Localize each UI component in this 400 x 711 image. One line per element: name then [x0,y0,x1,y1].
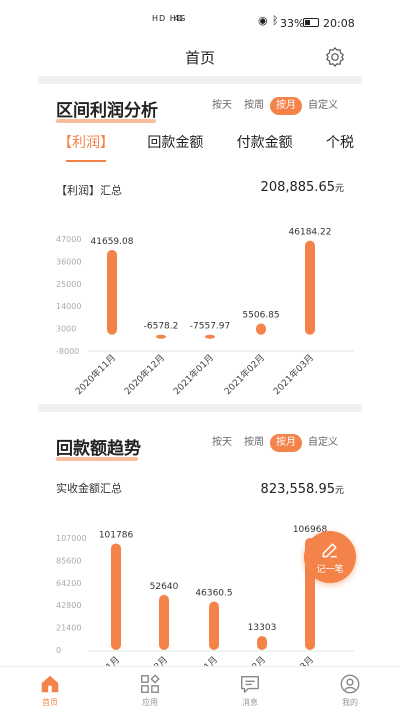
profit-section-title: 区间利润分析 [56,96,158,123]
payment-summary-unit: 元 [334,486,344,496]
x-tick-label: 2020年12月 [122,352,168,398]
payment-summary-number: 823,558.95 [260,482,335,497]
nav-messages[interactable]: 消息 [200,667,300,711]
bar[interactable] [159,594,169,650]
payment-range-selector: 按天 按周 按月 自定义 [206,434,344,452]
tab-tax[interactable]: 个税 [326,132,354,152]
profit-summary-number: 208,885.65 [260,180,335,195]
x-tick-label: 2021年03月 [271,352,317,398]
profit-summary-unit: 元 [334,184,344,194]
title-underline [56,457,138,461]
y-tick-label: 21400 [56,624,81,633]
data-label: -7557.97 [190,322,230,332]
bar[interactable] [111,543,121,650]
payment-summary-label: 实收金额汇总 [56,482,122,495]
x-tick-label: 2020年11月 [73,352,119,398]
data-label: 46360.5 [195,588,232,598]
range-day[interactable]: 按天 [206,434,238,452]
apps-icon [141,674,160,693]
edit-icon [322,543,337,558]
x-tick-label: 2021年01月 [171,352,217,398]
x-tick-label: 2021年02月 [222,352,268,398]
signal-indicator: 4G [174,14,186,23]
profit-summary-value: 208,885.65元 [261,180,344,195]
nav-apps-label: 应用 [142,698,158,707]
title-underline [56,119,156,123]
x-tick-label: 2021年01月 [175,654,221,666]
nav-home-label: 首页 [42,698,58,707]
section-divider [38,76,362,84]
range-day[interactable]: 按天 [206,97,238,115]
range-custom[interactable]: 自定义 [302,434,344,452]
bar[interactable] [257,636,267,650]
battery-icon [303,18,319,27]
x-tick-label: 2020年12月 [125,654,171,666]
profit-chart: 47000 36000 25000 14000 3000 -8000 41659.08 202… [56,228,354,398]
nav-profile-label: 我的 [342,698,358,707]
bar[interactable] [156,334,166,339]
bar[interactable] [205,334,215,339]
y-tick-label: 85600 [56,556,81,565]
nav-messages-label: 消息 [242,698,258,707]
tab-payments[interactable]: 付款金额 [237,132,293,152]
tab-receipts[interactable]: 回款金额 [147,132,203,152]
data-label: 46184.22 [289,228,332,238]
profile-icon [340,674,360,694]
section-divider [38,404,362,412]
x-tick-label: 2021年03月 [271,654,317,666]
bottom-nav: 首页 应用 消息 我的 [0,666,400,711]
range-week[interactable]: 按周 [238,97,270,115]
range-week[interactable]: 按周 [238,434,270,452]
message-icon [241,675,259,693]
data-label: 5506.85 [242,310,279,320]
top-bar: 首页 [0,44,400,76]
add-record-button[interactable]: 记一笔 [304,531,356,583]
y-tick-label: 0 [56,646,61,655]
bar[interactable] [305,240,315,335]
tab-profit[interactable]: 【利润】 [58,132,114,162]
status-bar: HD HD 4G ◉ ᛒ 33% 20:08 [0,0,400,44]
payment-title-text: 回款额趋势 [56,439,141,459]
data-label: 101786 [99,530,134,540]
data-label: 52640 [150,582,179,592]
bar[interactable] [209,601,219,650]
profit-section: 区间利润分析 按天 按周 按月 自定义 【利润】 回款金额 付款金额 个税 【利… [38,84,362,404]
payment-summary-value: 823,558.95元 [261,482,344,497]
nav-profile[interactable]: 我的 [300,667,400,711]
eye-icon: ◉ [258,14,268,27]
range-custom[interactable]: 自定义 [302,97,344,115]
y-tick-label: 64200 [56,579,81,588]
bar[interactable] [256,323,266,335]
range-month[interactable]: 按月 [270,434,302,452]
y-tick-label: -8000 [56,347,79,356]
y-tick-label: 47000 [56,235,81,244]
profit-range-selector: 按天 按周 按月 自定义 [206,97,344,115]
y-tick-label: 36000 [56,257,81,266]
y-tick-label: 25000 [56,280,81,289]
add-record-label: 记一笔 [316,565,344,575]
y-tick-label: 107000 [56,534,87,543]
y-tick-label: 3000 [56,325,76,334]
nav-home[interactable]: 首页 [0,667,100,711]
home-icon [41,675,59,693]
bar[interactable] [107,249,117,335]
y-tick-label: 42800 [56,601,81,610]
nav-apps[interactable]: 应用 [100,667,200,711]
profit-title-text: 区间利润分析 [56,101,158,121]
data-label: 41659.08 [91,237,134,247]
y-tick-label: 14000 [56,302,81,311]
range-month[interactable]: 按月 [270,97,302,115]
battery-percent: 33% [280,17,305,30]
data-label: -6578.2 [144,322,179,332]
gear-icon[interactable] [324,46,346,68]
data-label: 13303 [248,623,277,633]
status-time: 20:08 [323,17,355,30]
x-tick-label: 2021年02月 [223,654,269,666]
bluetooth-icon: ᛒ [272,14,279,27]
metric-tabs: 【利润】 回款金额 付款金额 个税 [58,132,354,162]
payment-section-title: 回款额趋势 [56,434,141,461]
x-tick-label: 2020年11月 [77,654,123,666]
profit-summary-label: 【利润】汇总 [56,184,122,197]
